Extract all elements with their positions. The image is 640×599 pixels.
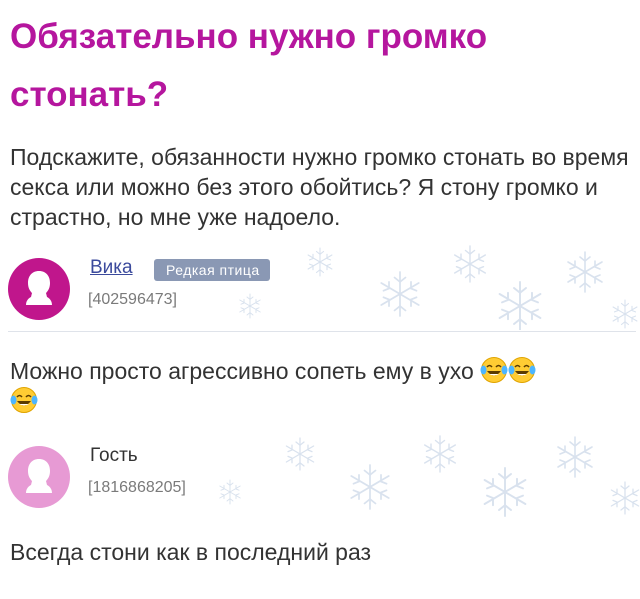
user-id: [402596473] (88, 291, 177, 308)
user-name: Гость (90, 445, 138, 466)
answer-author-card: Гость [1816868205] (0, 432, 640, 518)
face-with-tears-of-joy-icon (10, 386, 38, 414)
question-text: Подскажите, обязанности нужно громко сто… (10, 144, 629, 230)
user-avatar[interactable] (8, 446, 70, 508)
answer-text: Можно просто агрессивно сопеть ему в ухо (10, 356, 630, 416)
answer-text-content: Можно просто агрессивно сопеть ему в ухо (10, 358, 474, 384)
user-name-link[interactable]: Вика (90, 257, 133, 279)
user-avatar[interactable] (8, 258, 70, 320)
face-with-tears-of-joy-icon (480, 356, 509, 384)
answer-text: Всегда стони как в последний раз (10, 539, 372, 565)
face-with-tears-of-joy-icon (508, 356, 537, 384)
answer-author-card: Вика Редкая птица [402596473] (0, 244, 640, 330)
divider (8, 331, 636, 332)
user-rank-badge: Редкая птица (154, 259, 270, 281)
user-id: [1816868205] (88, 479, 186, 496)
question-title: Обязательно нужно громко стонать? (10, 17, 488, 114)
